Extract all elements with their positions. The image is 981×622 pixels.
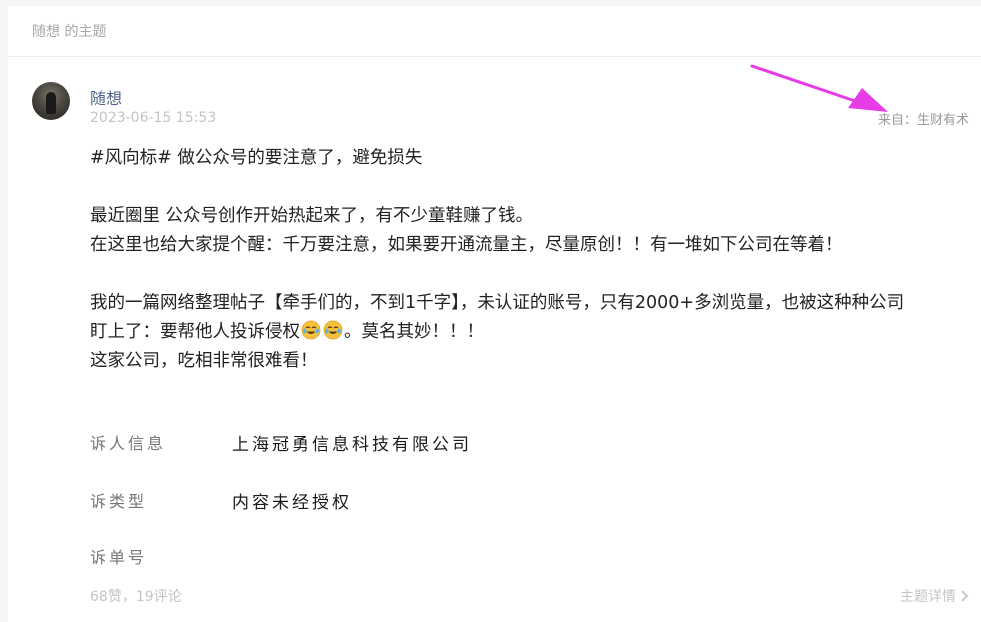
avatar-figure	[46, 92, 56, 114]
author-name[interactable]: 随想	[90, 85, 122, 109]
topic-detail-link[interactable]: 主题详情	[900, 586, 969, 606]
paragraph-line: 这家公司，吃相非常很难看！	[90, 351, 318, 371]
paragraph-text: 。莫名其妙！！！	[344, 322, 484, 342]
post-headline: #风向标# 做公众号的要注意了，避免损失	[90, 148, 423, 168]
complaint-value: 上海冠勇信息科技有限公司	[232, 434, 472, 455]
page-title: 随想 的主题	[32, 24, 107, 40]
avatar[interactable]	[32, 82, 70, 120]
paragraph-line: 我的一篇网络整理帖子【牵手们的，不到1千字】，未认证的账号，只有2000+多浏览…	[90, 293, 905, 313]
topic-detail-label: 主题详情	[900, 589, 956, 605]
crying-laughing-emoji-icon	[323, 320, 343, 340]
crying-laughing-emoji-icon	[301, 320, 321, 340]
complaint-row: 诉单号	[90, 542, 232, 570]
paragraph-line: 盯上了：要帮他人投诉侵权 。莫名其妙！！！	[90, 318, 970, 347]
complaint-label: 诉单号	[90, 548, 148, 567]
post-timestamp: 2023-06-15 15:53	[90, 110, 217, 126]
chevron-right-icon	[961, 590, 969, 602]
complaint-label: 诉类型	[90, 492, 148, 511]
annotation-arrow	[750, 64, 888, 112]
complaint-label: 诉人信息	[90, 434, 167, 453]
complaint-value: 内容未经授权	[232, 492, 352, 513]
post-stats: 68赞，19评论	[90, 589, 182, 605]
paragraph-line: 在这里也给大家提个醒：千万要注意，如果要开通流量主，尽量原创！！有一堆如下公司在…	[90, 235, 843, 255]
complaint-row: 诉类型 内容未经授权	[90, 486, 352, 514]
paragraph-line: 最近圈里 公众号创作开始热起来了，有不少童鞋赚了钱。	[90, 206, 534, 226]
page-header: 随想 的主题	[8, 6, 981, 57]
topic-card: 随想 的主题 随想 2023-06-15 15:53 来自：生财有术 #风向标#…	[8, 6, 981, 622]
post-content: #风向标# 做公众号的要注意了，避免损失 最近圈里 公众号创作开始热起来了，有不…	[90, 144, 970, 376]
paragraph-text: 盯上了：要帮他人投诉侵权	[90, 322, 300, 342]
complaint-row: 诉人信息 上海冠勇信息科技有限公司	[90, 428, 472, 456]
